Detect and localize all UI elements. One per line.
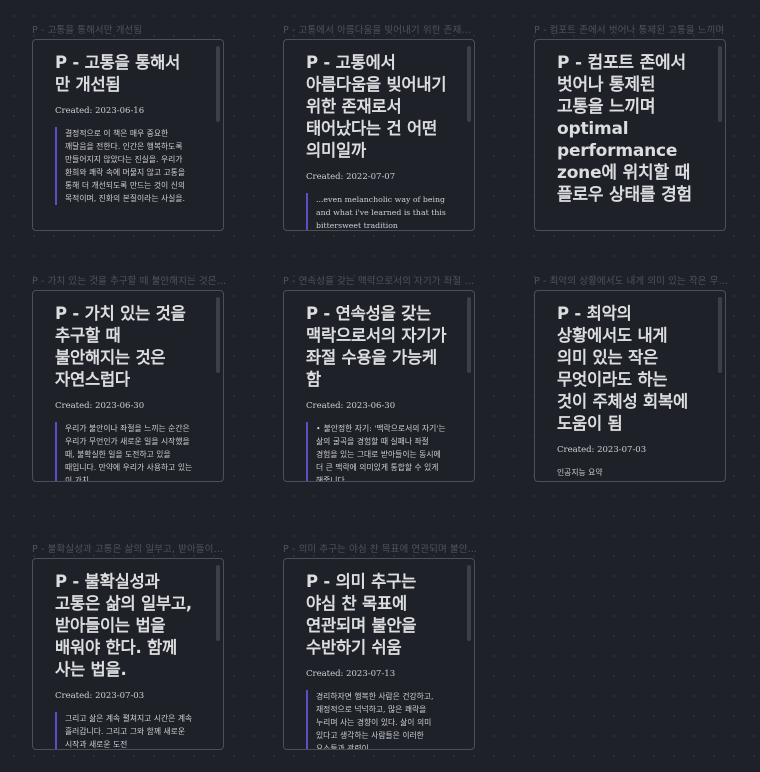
card-scrollbar[interactable] (718, 46, 722, 122)
bullet-marker: • (316, 424, 321, 433)
node-label[interactable]: P - 연속성을 갖는 맥락으로서의 자기가 좌절 수용을 가능케 함 (283, 273, 479, 287)
note-body: 불안정한 자기: '맥락으로서의 자기'는 삶의 굴곡을 경험할 때 실패나 좌… (316, 424, 446, 482)
canvas[interactable]: P - 고통을 통해서만 개선됨 P - 고통을 통해서 만 개선됨 Creat… (0, 0, 760, 772)
note-title: P - 연속성을 갖는 맥락으로서의 자기가 좌절 수용을 가능케 함 (306, 304, 447, 389)
card-scrollbar[interactable] (216, 46, 220, 122)
node-label[interactable]: P - 불확실성과 고통은 삶의 일부고, 받아들이는 법을 (32, 541, 228, 555)
note-created-date: Created: 2023-07-13 (306, 669, 396, 679)
note-title: P - 컴포트 존에서 벗어나 통제된 고통을 느끼며 optimal perf… (557, 53, 692, 205)
node-label[interactable]: P - 최악의 상황에서도 내게 의미 있는 작은 무엇이라도 (534, 273, 730, 287)
note-title: P - 최악의 상황에서도 내게 의미 있는 작은 무엇이라도 하는 것이 주체… (557, 304, 688, 433)
note-card[interactable]: P - 컴포트 존에서 벗어나 통제된 고통을 느끼며 optimal perf… (534, 39, 726, 231)
note-node[interactable]: P - 고통을 통해서만 개선됨 P - 고통을 통해서 만 개선됨 Creat… (32, 25, 224, 231)
node-label[interactable]: P - 의미 추구는 야심 찬 목표에 연관되며 불안을 수반하기 쉬움 (283, 541, 479, 555)
note-card[interactable]: P - 가치 있는 것을 추구할 때 불안해지는 것은 자연스럽다 Create… (32, 290, 224, 482)
card-scrollbar[interactable] (467, 297, 471, 373)
note-created-date: Created: 2023-06-16 (55, 106, 145, 116)
note-node[interactable]: P - 불확실성과 고통은 삶의 일부고, 받아들이는 법을 P - 불확실성과… (32, 544, 228, 750)
note-title: P - 고통에서 아름다움을 빚어내기 위한 존재로서 태어났다는 건 어떤 의… (306, 53, 447, 160)
note-card[interactable]: P - 최악의 상황에서도 내게 의미 있는 작은 무엇이라도 하는 것이 주체… (534, 290, 726, 482)
node-label[interactable]: P - 고통을 통해서만 개선됨 (32, 22, 228, 36)
card-scrollbar[interactable] (467, 46, 471, 122)
card-scrollbar[interactable] (467, 565, 471, 641)
card-scrollbar[interactable] (216, 565, 220, 641)
note-node[interactable]: P - 의미 추구는 야심 찬 목표에 연관되며 불안을 수반하기 쉬움 P -… (283, 544, 479, 750)
note-card[interactable]: P - 불확실성과 고통은 삶의 일부고, 받아들이는 법을 배워야 한다. 함… (32, 558, 224, 750)
note-blockquote: 우리가 불안이나 좌절을 느끼는 순간은 우리가 무언인가 새로운 일을 시작했… (55, 422, 199, 481)
note-created-date: Created: 2023-06-30 (55, 401, 145, 411)
note-card[interactable]: P - 고통에서 아름다움을 빚어내기 위한 존재로서 태어났다는 건 어떤 의… (283, 39, 475, 231)
note-blockquote: 그리고 삶은 계속 펼쳐지고 시간은 계속 흘러갑니다. 그리고 그와 함께 새… (55, 712, 199, 749)
note-node[interactable]: P - 연속성을 갖는 맥락으로서의 자기가 좌절 수용을 가능케 함 P - … (283, 276, 479, 482)
note-node[interactable]: P - 최악의 상황에서도 내게 의미 있는 작은 무엇이라도 P - 최악의 … (534, 276, 730, 482)
note-blockquote: ...even melancholic way of being and wha… (306, 193, 450, 230)
note-title: P - 가치 있는 것을 추구할 때 불안해지는 것은 자연스럽다 (55, 304, 186, 389)
node-label[interactable]: P - 컴포트 존에서 벗어나 통제된 고통을 느끼며 (534, 22, 730, 36)
note-created-date: Created: 2023-07-03 (557, 445, 647, 455)
node-label[interactable]: P - 가치 있는 것을 추구할 때 불안해지는 것은 자연스럽다 (32, 273, 228, 287)
note-body: 인공지능 요약 (557, 468, 603, 477)
node-label[interactable]: P - 고통에서 아름다움을 빚어내기 위한 존재로서 태어났다는 건 어떤 의… (283, 22, 479, 36)
note-title: P - 의미 추구는 야심 찬 목표에 연관되며 불안을 수반하기 쉬움 (306, 572, 417, 657)
note-created-date: Created: 2023-07-03 (55, 691, 145, 701)
note-node[interactable]: P - 가치 있는 것을 추구할 때 불안해지는 것은 자연스럽다 P - 가치… (32, 276, 228, 482)
note-card[interactable]: P - 고통을 통해서 만 개선됨 Created: 2023-06-16 결정… (32, 39, 224, 231)
note-blockquote: 결정적으로 이 책은 매우 중요한 깨달음을 전한다. 인간은 행복하도록 만들… (55, 127, 199, 205)
card-scrollbar[interactable] (216, 297, 220, 373)
note-card[interactable]: P - 의미 추구는 야심 찬 목표에 연관되며 불안을 수반하기 쉬움 Cre… (283, 558, 475, 750)
note-created-date: Created: 2022-07-07 (306, 172, 396, 182)
note-blockquote: • 불안정한 자기: '맥락으로서의 자기'는 삶의 굴곡을 경험할 때 실패나 … (306, 422, 450, 482)
note-created-date: Created: 2023-06-30 (306, 401, 396, 411)
note-title: P - 불확실성과 고통은 삶의 일부고, 받아들이는 법을 배워야 한다. 함… (55, 572, 192, 679)
note-node[interactable]: P - 고통에서 아름다움을 빚어내기 위한 존재로서 태어났다는 건 어떤 의… (283, 25, 479, 231)
note-node[interactable]: P - 컴포트 존에서 벗어나 통제된 고통을 느끼며 P - 컴포트 존에서 … (534, 25, 726, 231)
note-title: P - 고통을 통해서 만 개선됨 (55, 53, 181, 94)
card-scrollbar[interactable] (718, 297, 722, 373)
note-card[interactable]: P - 연속성을 갖는 맥락으로서의 자기가 좌절 수용을 가능케 함 Crea… (283, 290, 475, 482)
note-blockquote: 경리하자면 행복한 사람은 건강하고, 재정적으로 넉넉하고, 많은 쾌락을 누… (306, 690, 450, 749)
